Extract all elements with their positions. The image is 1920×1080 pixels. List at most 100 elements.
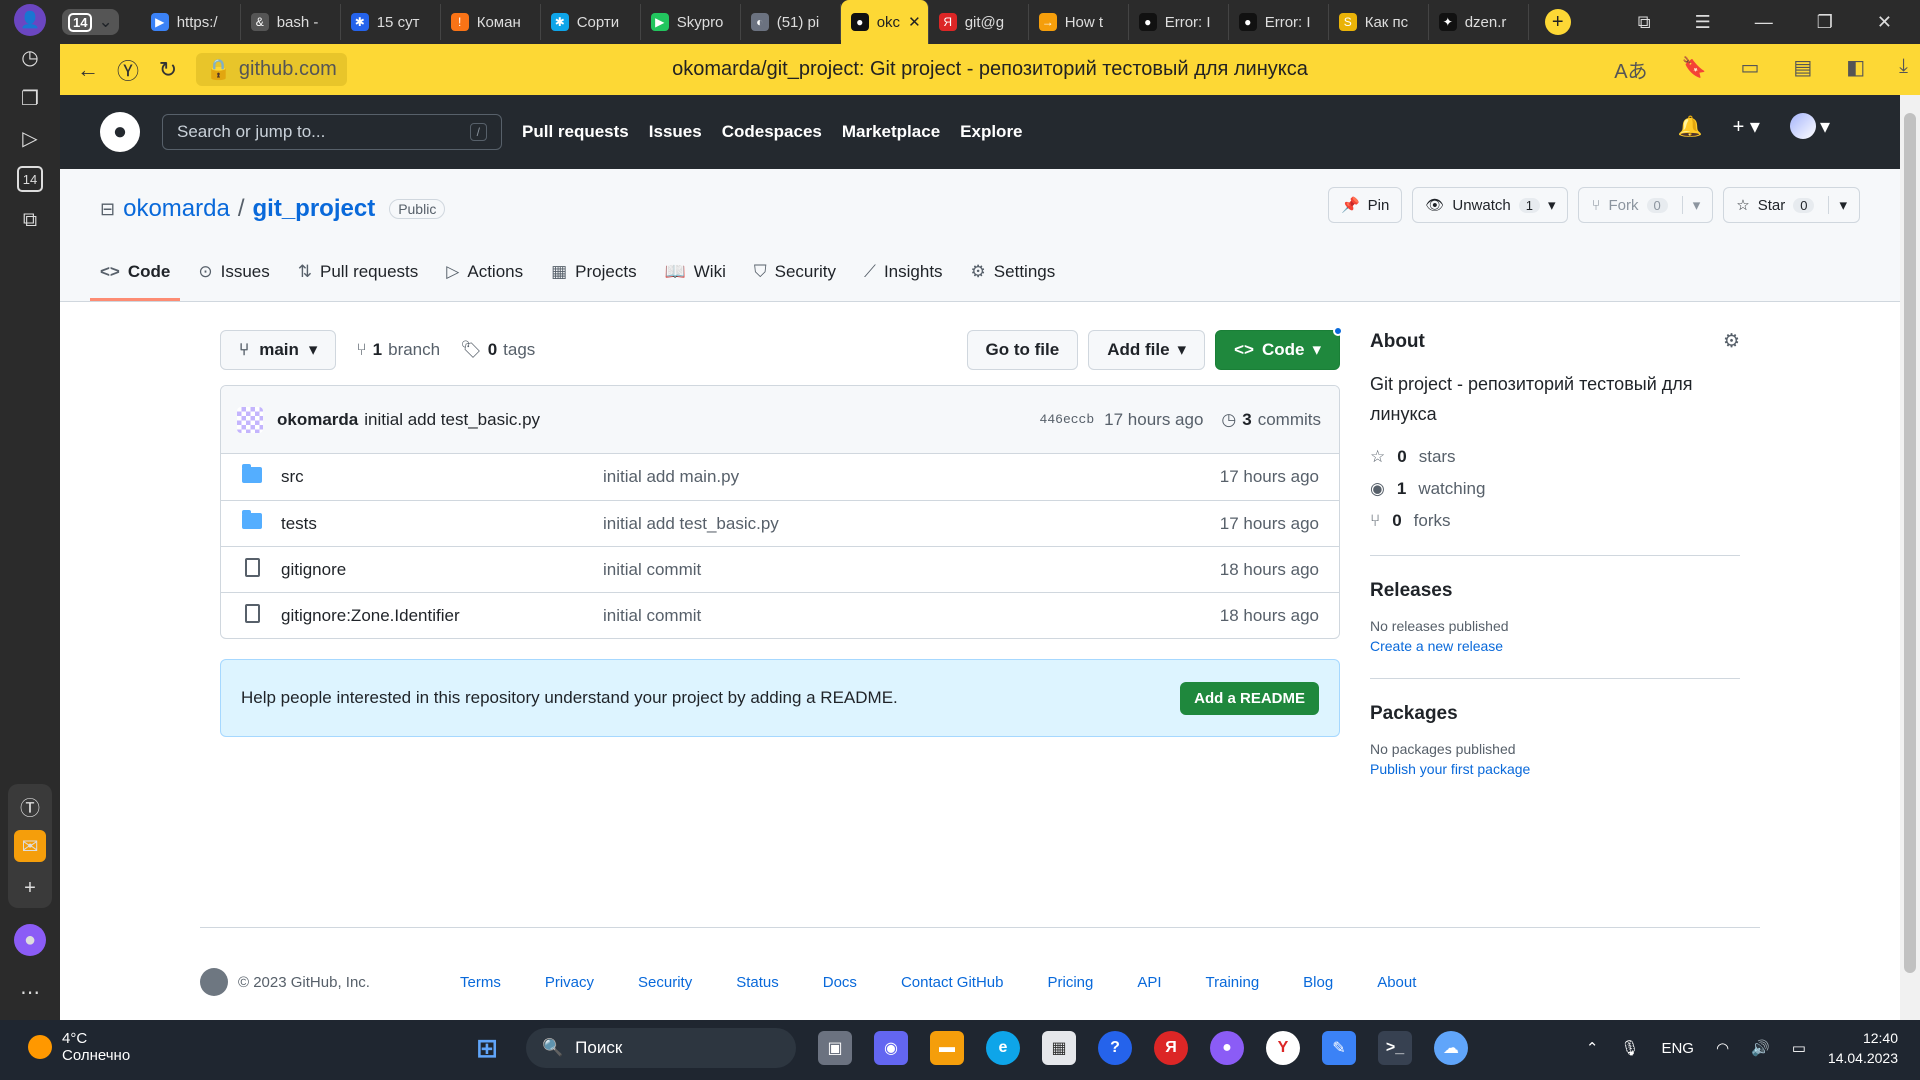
browser-tab[interactable]: ! Коман [441, 4, 541, 40]
footer-link[interactable]: Security [638, 974, 692, 991]
unwatch-button[interactable]: 👁 Unwatch 1 ▾ [1412, 187, 1569, 223]
browser-tab[interactable]: ▶ Skypro [641, 4, 741, 40]
windows-start-icon[interactable]: ⊞ [470, 1031, 504, 1065]
minimize-icon[interactable]: — [1755, 12, 1773, 33]
reader-mode-icon[interactable]: ▤ [1793, 55, 1812, 84]
repo-name-link[interactable]: git_project [253, 195, 376, 223]
create-new-icon[interactable]: + ▾ [1733, 114, 1760, 139]
screenshot-icon[interactable]: ⧉ [14, 204, 46, 236]
watching-link[interactable]: ◉ 1 watching [1370, 479, 1740, 499]
repo-owner-link[interactable]: okomarda [123, 195, 230, 223]
browser-tab[interactable]: ● Error: I [1229, 4, 1329, 40]
file-commit-message-link[interactable]: initial commit [603, 606, 1220, 626]
file-name-link[interactable]: src [281, 467, 603, 487]
file-commit-message-link[interactable]: initial add test_basic.py [603, 514, 1220, 534]
edge-browser-icon[interactable]: e [986, 1031, 1020, 1065]
footer-link[interactable]: Contact GitHub [901, 974, 1004, 991]
browser-tab[interactable]: ✱ Сорти [541, 4, 641, 40]
tab-count-badge[interactable]: 14 [17, 166, 43, 192]
file-explorer-icon[interactable]: ▬ [930, 1031, 964, 1065]
create-release-link[interactable]: Create a new release [1370, 638, 1740, 654]
chevron-down-icon[interactable]: ▾ [1681, 196, 1700, 214]
footer-link[interactable]: Blog [1303, 974, 1333, 991]
clock[interactable]: 12:40 14.04.2023 [1828, 1028, 1898, 1068]
volume-icon[interactable]: 🔊 [1751, 1039, 1770, 1057]
add-app-icon[interactable]: + [14, 872, 46, 904]
wifi-icon[interactable]: ◠ [1716, 1039, 1729, 1057]
video-play-icon[interactable]: ▷ [14, 122, 46, 154]
footer-link[interactable]: Training [1206, 974, 1260, 991]
table-row[interactable]: gitignore initial commit 18 hours ago [221, 546, 1339, 592]
stars-link[interactable]: ☆ 0 stars [1370, 447, 1740, 467]
commit-message-link[interactable]: initial add test_basic.py [364, 410, 540, 430]
notifications-bell-icon[interactable]: 🔔 [1678, 114, 1703, 139]
paint-app-icon[interactable]: ✎ [1322, 1031, 1356, 1065]
repo-tab-settings[interactable]: ⚙ Settings [961, 262, 1066, 301]
yandex-logo-icon[interactable]: Ⓨ [108, 54, 148, 86]
footer-link[interactable]: Status [736, 974, 779, 991]
file-name-link[interactable]: gitignore [281, 560, 603, 580]
scrollbar-thumb[interactable] [1904, 113, 1916, 973]
footer-link[interactable]: Terms [460, 974, 501, 991]
chevron-up-icon[interactable]: ⌃ [1586, 1039, 1599, 1057]
task-view-icon[interactable]: ▣ [818, 1031, 852, 1065]
battery-icon[interactable]: ▭ [1792, 1039, 1806, 1057]
github-logo-icon[interactable] [200, 968, 228, 996]
global-nav-link[interactable]: Explore [960, 122, 1022, 142]
history-icon[interactable]: ◷ [14, 41, 46, 73]
browser-tab[interactable]: & bash - [241, 4, 341, 40]
alice-icon[interactable]: ● [1210, 1031, 1244, 1065]
battery-saver-icon[interactable]: ▭ [1740, 55, 1759, 84]
browser-tab[interactable]: ✦ dzen.r [1429, 4, 1529, 40]
browser-tab[interactable]: Яgit@g [929, 4, 1029, 40]
browser-tab[interactable]: → How t [1029, 4, 1129, 40]
global-nav-link[interactable]: Marketplace [842, 122, 940, 142]
new-tab-button[interactable]: + [1544, 9, 1571, 35]
yandex-browser-icon[interactable]: Y [1266, 1031, 1300, 1065]
mail-app-icon[interactable]: ✉ [14, 830, 46, 862]
footer-link[interactable]: Privacy [545, 974, 594, 991]
search-input[interactable]: Search or jump to... / [162, 114, 502, 150]
chevron-down-icon[interactable]: ▾ [1828, 196, 1847, 214]
reload-icon[interactable]: ↻ [148, 57, 188, 83]
global-nav-link[interactable]: Pull requests [522, 122, 629, 142]
bookmark-icon[interactable]: 🔖 [1682, 55, 1707, 84]
browser-tab[interactable]: S Как пс [1329, 4, 1429, 40]
file-commit-message-link[interactable]: initial add main.py [603, 467, 1220, 487]
file-name-link[interactable]: tests [281, 514, 603, 534]
branch-select-button[interactable]: ⑂ main ▾ [220, 330, 337, 370]
more-icon[interactable]: ⋯ [14, 976, 46, 1008]
add-file-button[interactable]: Add file ▾ [1088, 330, 1206, 370]
translate-icon[interactable]: Aあ [1614, 55, 1647, 84]
browser-tab[interactable]: ● Error: I [1129, 4, 1229, 40]
repo-tab-pull-requests[interactable]: ⇅ Pull requests [288, 262, 429, 301]
alice-assistant-icon[interactable]: ● [14, 924, 46, 956]
star-button[interactable]: ☆ Star 0 ▾ [1723, 187, 1860, 223]
browser-tab[interactable]: ◐ (51) pi [741, 4, 841, 40]
footer-link[interactable]: Pricing [1047, 974, 1093, 991]
file-name-link[interactable]: gitignore:Zone.Identifier [281, 606, 603, 626]
microsoft-store-icon[interactable]: ▦ [1042, 1031, 1076, 1065]
taskbar-search[interactable]: 🔍 Поиск [526, 1028, 796, 1068]
close-tab-icon[interactable]: ✕ [908, 13, 921, 31]
releases-heading[interactable]: Releases [1370, 580, 1740, 602]
translate-app-icon[interactable]: Ⓣ [14, 790, 46, 822]
fork-button[interactable]: ⑂ Fork 0 ▾ [1578, 187, 1714, 223]
add-readme-button[interactable]: Add a README [1180, 681, 1319, 715]
repo-tab-projects[interactable]: ▦ Projects [541, 262, 646, 301]
download-icon[interactable]: ⤓ [1899, 55, 1908, 84]
publish-package-link[interactable]: Publish your first package [1370, 761, 1740, 777]
yandex-icon[interactable]: Я [1154, 1031, 1188, 1065]
repo-tab-insights[interactable]: ⟋ Insights [854, 262, 953, 301]
global-nav-link[interactable]: Codespaces [722, 122, 822, 142]
terminal-icon[interactable]: >_ [1378, 1031, 1412, 1065]
table-row[interactable]: tests initial add test_basic.py 17 hours… [221, 500, 1339, 546]
extension-icon[interactable]: ◧ [1846, 55, 1865, 84]
avatar[interactable] [237, 406, 263, 433]
global-nav-link[interactable]: Issues [649, 122, 702, 142]
pin-button[interactable]: 📌 Pin [1327, 187, 1403, 223]
user-menu[interactable]: ▾ [1789, 113, 1830, 139]
collections-icon[interactable]: ❐ [14, 82, 46, 114]
language-indicator[interactable]: ENG [1661, 1040, 1694, 1057]
cloud-app-icon[interactable]: ☁ [1434, 1031, 1468, 1065]
